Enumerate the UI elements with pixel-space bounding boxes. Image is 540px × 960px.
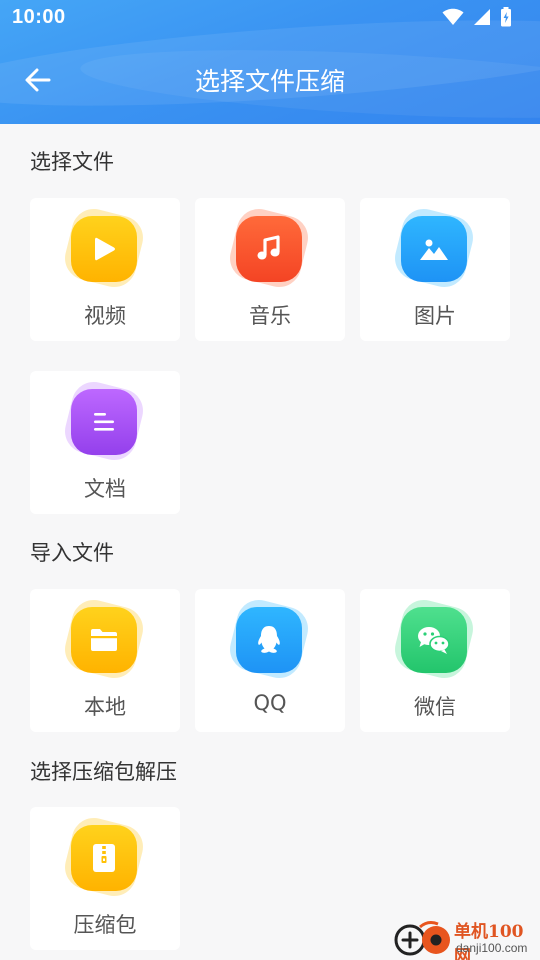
watermark-logo <box>394 921 450 956</box>
card-label-local: 本地 <box>84 695 126 719</box>
image-icon <box>420 239 448 260</box>
app-header: 10:00 选择文件压缩 <box>0 0 540 124</box>
status-bar: 10:00 <box>0 0 540 36</box>
watermark-url: danji100.com <box>456 941 528 955</box>
watermark: 单机100网 danji100.com <box>390 916 540 960</box>
card-label-qq: QQ <box>253 691 287 715</box>
select-archive-button[interactable]: 压缩包 <box>30 807 180 950</box>
status-time: 10:00 <box>12 6 66 28</box>
card-label-document: 文档 <box>84 477 126 501</box>
card-label-wechat: 微信 <box>414 695 456 719</box>
import-qq-button[interactable]: QQ <box>195 589 345 732</box>
zip-archive-icon <box>93 844 115 872</box>
card-label-video: 视频 <box>84 304 126 328</box>
card-label-image: 图片 <box>414 304 456 328</box>
page-title: 选择文件压缩 <box>194 67 345 96</box>
import-local-button[interactable]: 本地 <box>30 589 180 732</box>
qq-penguin-icon <box>258 626 280 653</box>
wechat-icon <box>418 627 450 654</box>
battery-charging-icon <box>501 7 511 27</box>
folder-icon <box>91 629 117 651</box>
document-lines-icon <box>94 413 114 431</box>
status-icons <box>442 7 512 27</box>
signal-icon <box>474 9 490 25</box>
section-title-archive: 选择压缩包解压 <box>30 760 177 784</box>
select-music-button[interactable]: 音乐 <box>195 198 345 341</box>
import-wechat-button[interactable]: 微信 <box>360 589 510 732</box>
card-label-music: 音乐 <box>249 304 291 328</box>
card-label-archive: 压缩包 <box>73 913 137 937</box>
music-note-icon <box>257 235 280 260</box>
select-document-button[interactable]: 文档 <box>30 371 180 514</box>
section-title-select-file: 选择文件 <box>30 150 114 174</box>
select-video-button[interactable]: 视频 <box>30 198 180 341</box>
section-title-import-file: 导入文件 <box>30 541 114 565</box>
wifi-icon <box>442 8 464 25</box>
play-icon <box>95 237 115 261</box>
select-image-button[interactable]: 图片 <box>360 198 510 341</box>
